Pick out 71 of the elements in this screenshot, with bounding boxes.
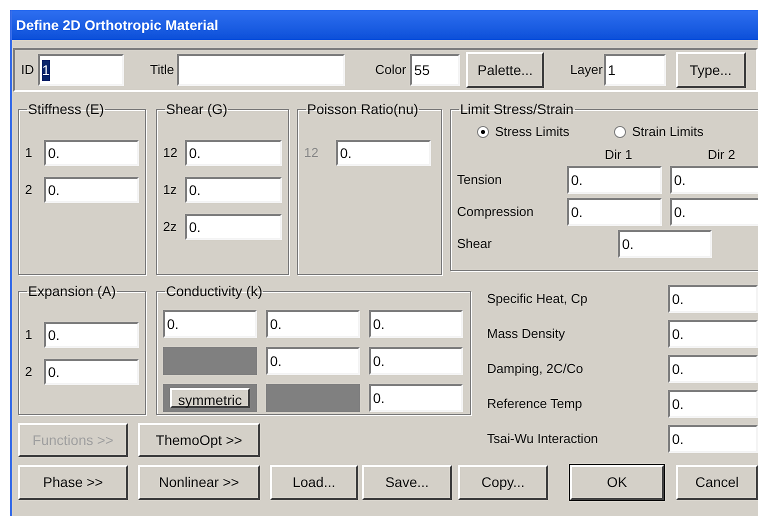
window-title: Define 2D Orthotropic Material — [16, 16, 218, 35]
field-label: Reference Temp — [487, 395, 584, 414]
input-field[interactable]: 0. — [266, 310, 360, 338]
group-title: Conductivity (k) — [165, 282, 264, 301]
button[interactable]: Palette... — [466, 52, 544, 88]
input-field[interactable]: 0. — [44, 177, 139, 203]
group-title: Poisson Ratio(nu) — [306, 100, 420, 119]
field-label: Compression — [457, 203, 535, 222]
input-field[interactable]: 0. — [185, 140, 282, 166]
field-label: Mass Density — [487, 325, 566, 344]
input-field[interactable]: 0. — [618, 230, 712, 258]
group-title: Limit Stress/Strain — [459, 100, 575, 119]
button[interactable]: Save... — [362, 465, 452, 500]
field-label: 12 — [163, 144, 178, 162]
field-label: Title — [150, 61, 174, 80]
button[interactable]: Phase >> — [18, 465, 128, 500]
field-label: Specific Heat, Cp — [487, 290, 588, 308]
group-title: Expansion (A) — [27, 282, 117, 301]
column-header: Dir 2 — [706, 146, 736, 164]
input-field[interactable]: 0. — [670, 166, 758, 194]
button[interactable]: Cancel — [676, 465, 758, 500]
button[interactable]: symmetric — [170, 388, 250, 408]
input-field[interactable]: 0. — [567, 166, 662, 194]
group-title: Shear (G) — [165, 100, 228, 119]
field-label: ID — [21, 61, 34, 80]
field-label: Shear — [457, 235, 493, 254]
input-field[interactable]: 0. — [185, 177, 282, 203]
input-field[interactable]: 0. — [44, 322, 139, 348]
field-label: 1z — [163, 181, 178, 200]
input-field[interactable]: 0. — [668, 285, 758, 313]
field-label: 2z — [163, 218, 178, 236]
input-field[interactable]: 0. — [668, 320, 758, 348]
field-label: Damping, 2C/Co — [487, 360, 584, 378]
group-title: Stiffness (E) — [27, 100, 105, 119]
field-label: Tension — [457, 171, 503, 190]
button[interactable]: Nonlinear >> — [138, 465, 260, 500]
input-field[interactable]: 0. — [668, 425, 758, 453]
input-field[interactable]: 1 — [38, 54, 124, 86]
field-label: 1 — [25, 326, 34, 344]
field-label: Tsai-Wu Interaction — [487, 430, 600, 448]
button[interactable]: ThemoOpt >> — [138, 423, 260, 457]
input-field[interactable]: 0. — [185, 214, 282, 240]
column-header: Dir 1 — [604, 146, 634, 164]
input-field[interactable]: 0. — [567, 198, 662, 226]
radio-button[interactable] — [477, 126, 489, 138]
input-field[interactable]: 0. — [266, 347, 360, 375]
input-field[interactable] — [177, 54, 346, 86]
field-label: 1 — [25, 144, 34, 162]
field-label: Layer — [570, 61, 603, 80]
input-field[interactable]: 0. — [668, 390, 758, 418]
input-field[interactable]: 0. — [369, 310, 463, 338]
field-label: 12 — [304, 144, 320, 162]
button[interactable]: Load... — [270, 465, 358, 500]
input-field[interactable]: 55 — [410, 54, 460, 86]
input-field[interactable]: 1 — [604, 54, 666, 86]
field-label: 2 — [25, 363, 34, 382]
input-field[interactable]: 0. — [668, 355, 758, 383]
field-label: Color — [375, 61, 406, 80]
field-label: 2 — [25, 181, 34, 200]
radio-button[interactable] — [614, 126, 626, 138]
input-field[interactable]: 0. — [44, 140, 139, 166]
button[interactable]: Copy... — [458, 465, 548, 500]
input-field[interactable]: 0. — [369, 347, 463, 375]
button[interactable]: Type... — [676, 52, 746, 88]
button[interactable]: OK — [570, 465, 664, 500]
input-field[interactable]: 0. — [670, 198, 758, 226]
radio-label: Stress Limits — [495, 123, 570, 141]
input-field[interactable]: 0. — [369, 384, 463, 412]
input-field[interactable]: 0. — [44, 359, 139, 385]
radio-label: Strain Limits — [632, 123, 704, 141]
input-field[interactable]: 0. — [163, 310, 257, 338]
